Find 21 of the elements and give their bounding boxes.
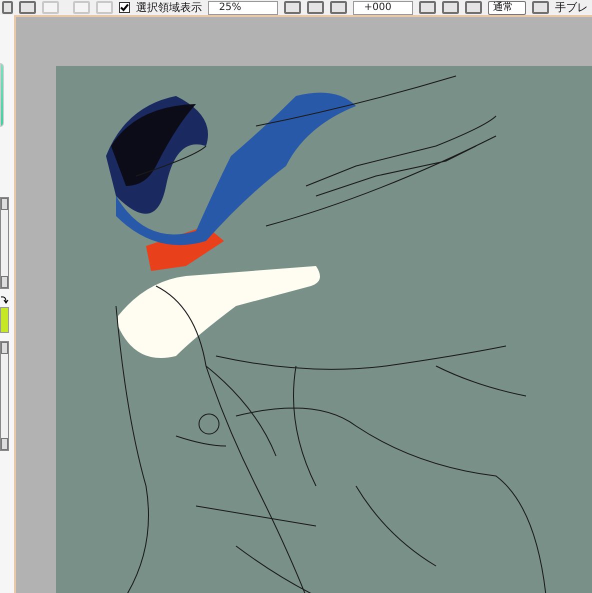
toolbar-button[interactable] bbox=[19, 1, 36, 14]
rotate-button[interactable] bbox=[419, 1, 436, 14]
rotate-button[interactable] bbox=[465, 1, 482, 14]
scrollbar[interactable] bbox=[0, 341, 9, 451]
stabilizer-label: 手ブレ bbox=[555, 0, 588, 14]
zoom-field[interactable]: 25% bbox=[208, 0, 278, 14]
selection-display-checkbox[interactable] bbox=[119, 2, 130, 13]
check-icon bbox=[120, 3, 129, 12]
scrollbar[interactable] bbox=[0, 197, 9, 289]
zoom-button[interactable] bbox=[307, 1, 324, 14]
swap-arrow-icon[interactable] bbox=[0, 295, 9, 305]
zoom-button[interactable] bbox=[330, 1, 347, 14]
toolbar-button[interactable] bbox=[532, 1, 549, 14]
rotation-field[interactable]: +000 bbox=[353, 0, 413, 14]
color-wheel[interactable] bbox=[0, 63, 4, 127]
blend-mode-dropdown[interactable]: 通常 bbox=[488, 0, 526, 14]
toolbar-button[interactable] bbox=[2, 1, 13, 14]
rotate-button[interactable] bbox=[442, 1, 459, 14]
zoom-button[interactable] bbox=[284, 1, 301, 14]
selection-display-label: 選択領域表示 bbox=[136, 0, 202, 14]
color-swatch[interactable] bbox=[0, 307, 9, 333]
